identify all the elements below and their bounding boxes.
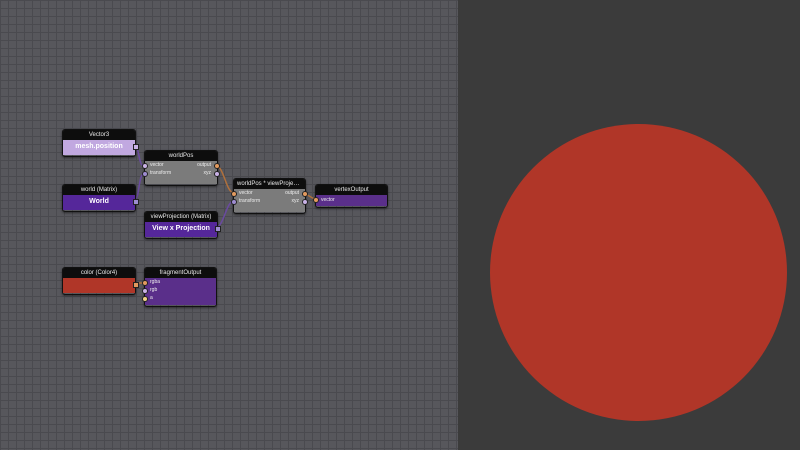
fragment-output-node[interactable]: fragmentOutput rgba rgb a bbox=[142, 267, 217, 307]
input-label: vector bbox=[150, 162, 164, 168]
input-label: vector bbox=[239, 190, 253, 196]
node-title: viewProjection (Matrix) bbox=[145, 212, 217, 222]
world-matrix-node[interactable]: world (Matrix) World bbox=[62, 184, 139, 212]
output-label: output bbox=[285, 190, 299, 196]
input-port-rgba[interactable] bbox=[142, 280, 148, 286]
output-port[interactable] bbox=[133, 282, 139, 288]
preview-sphere bbox=[490, 124, 787, 421]
viewprojection-matrix-node[interactable]: viewProjection (Matrix) View x Projectio… bbox=[144, 211, 221, 239]
vertex-output-node[interactable]: vertexOutput vector bbox=[313, 184, 388, 208]
input-label: a bbox=[150, 295, 153, 301]
link-viewproj-wvp bbox=[215, 200, 235, 228]
output-port-output[interactable] bbox=[302, 191, 308, 197]
node-title: world (Matrix) bbox=[63, 185, 135, 195]
node-graph-canvas[interactable]: Vector3 mesh.position world (Matrix) Wor… bbox=[0, 0, 458, 450]
output-port-xyz[interactable] bbox=[214, 171, 220, 177]
output-port-xyz[interactable] bbox=[302, 199, 308, 205]
connection-links bbox=[133, 145, 317, 284]
input-port-vector[interactable] bbox=[313, 197, 319, 203]
output-port-output[interactable] bbox=[214, 163, 220, 169]
input-port-rgb[interactable] bbox=[142, 288, 148, 294]
output-label: output bbox=[197, 162, 211, 168]
node-value: View x Projection bbox=[152, 225, 210, 232]
node-title: worldPos bbox=[145, 151, 217, 161]
output-port[interactable] bbox=[133, 199, 139, 205]
input-label: vector bbox=[321, 197, 335, 203]
node-value: mesh.position bbox=[75, 143, 123, 150]
output-label: xyz bbox=[203, 170, 212, 176]
node-title: worldPos * viewProjectio... bbox=[234, 179, 305, 189]
worldpos-node[interactable]: worldPos vector transform output xyz bbox=[142, 150, 220, 186]
output-port[interactable] bbox=[215, 226, 221, 232]
output-label: xyz bbox=[291, 198, 300, 204]
vector3-node[interactable]: Vector3 mesh.position bbox=[62, 129, 139, 157]
input-label: rgb bbox=[150, 287, 158, 293]
output-port[interactable] bbox=[133, 144, 139, 150]
node-value: World bbox=[89, 198, 109, 205]
render-preview-panel[interactable] bbox=[458, 0, 800, 450]
node-title: vertexOutput bbox=[316, 185, 387, 195]
color-node[interactable]: color (Color4) bbox=[62, 267, 139, 295]
input-port-vector[interactable] bbox=[231, 191, 237, 197]
node-title: color (Color4) bbox=[63, 268, 135, 278]
input-port-a[interactable] bbox=[142, 296, 148, 302]
link-worldpos-wvp bbox=[215, 165, 235, 194]
worldpos-viewprojection-node[interactable]: worldPos * viewProjectio... vector trans… bbox=[231, 178, 308, 214]
node-title: fragmentOutput bbox=[145, 268, 216, 278]
input-label: rgba bbox=[150, 279, 161, 285]
input-port-transform[interactable] bbox=[142, 171, 148, 177]
input-port-vector[interactable] bbox=[142, 163, 148, 169]
input-label: transform bbox=[239, 198, 261, 204]
node-title: Vector3 bbox=[63, 130, 135, 140]
input-label: transform bbox=[150, 170, 172, 176]
input-port-transform[interactable] bbox=[231, 199, 237, 205]
